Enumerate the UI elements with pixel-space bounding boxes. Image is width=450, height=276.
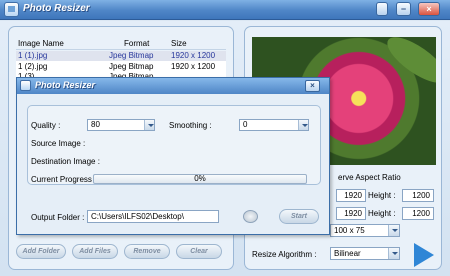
file-size: 1920 x 1200 — [171, 51, 216, 60]
remove-button[interactable]: Remove — [124, 244, 170, 259]
file-format: Jpeg Bitmap — [109, 51, 154, 60]
column-header-size[interactable]: Size — [171, 39, 187, 48]
start-button[interactable]: Start — [279, 209, 319, 224]
resize-algorithm-select[interactable]: Bilinear — [330, 247, 400, 260]
file-name: 1 (1).jpg — [18, 51, 48, 60]
go-arrow-icon[interactable] — [414, 243, 434, 267]
column-header-format[interactable]: Format — [124, 39, 149, 48]
current-progress-label: Current Progress — [31, 175, 92, 184]
height-label: Height : — [368, 191, 396, 200]
height-field-2[interactable]: 1200 — [402, 207, 434, 220]
size-preset-select[interactable]: 100 x 75 — [330, 224, 400, 237]
smoothing-label: Smoothing : — [169, 121, 212, 130]
dialog-title: Photo Resizer — [35, 80, 96, 90]
quality-label: Quality : — [31, 121, 61, 130]
progress-dialog: Photo Resizer × Quality : 80 Smoothing :… — [16, 77, 330, 235]
main-titlebar: Photo Resizer − × — [0, 0, 450, 20]
dropdown-arrow-icon[interactable] — [144, 120, 154, 130]
quality-value: 80 — [91, 120, 100, 129]
file-format: Jpeg Bitmap — [109, 62, 154, 71]
window-title: Photo Resizer — [23, 3, 90, 14]
file-size: 1920 x 1200 — [171, 62, 216, 71]
output-folder-field[interactable]: C:\Users\ILFS02\Desktop\ — [87, 210, 219, 223]
app-icon — [4, 2, 19, 17]
dialog-titlebar: Photo Resizer × — [17, 78, 329, 94]
output-folder-label: Output Folder : — [31, 213, 85, 222]
close-button[interactable]: × — [418, 2, 440, 16]
resize-algorithm-value: Bilinear — [334, 249, 361, 258]
dropdown-arrow-icon[interactable] — [298, 120, 308, 130]
resize-algorithm-label: Resize Algorithm : — [252, 250, 317, 259]
preserve-aspect-label[interactable]: erve Aspect Ratio — [338, 173, 401, 182]
list-item[interactable]: 1 (2).jpg Jpeg Bitmap 1920 x 1200 — [16, 62, 226, 72]
clear-button[interactable]: Clear — [176, 244, 222, 259]
list-item[interactable]: 1 (1).jpg Jpeg Bitmap 1920 x 1200 — [16, 51, 226, 61]
dropdown-arrow-icon[interactable] — [388, 225, 399, 236]
column-header-name[interactable]: Image Name — [18, 39, 64, 48]
dialog-app-icon — [20, 80, 31, 91]
smoothing-select[interactable]: 0 — [239, 119, 309, 131]
minimize-button[interactable]: − — [396, 2, 411, 16]
preview-leaf — [380, 37, 436, 91]
browse-icon[interactable] — [243, 210, 258, 223]
dropdown-arrow-icon[interactable] — [388, 248, 399, 259]
pin-icon[interactable] — [376, 2, 388, 16]
smoothing-value: 0 — [243, 120, 248, 129]
file-name: 1 (2).jpg — [18, 62, 48, 71]
dialog-close-button[interactable]: × — [305, 80, 320, 92]
add-files-button[interactable]: Add Files — [72, 244, 118, 259]
height-label-2: Height : — [368, 209, 396, 218]
height-field[interactable]: 1200 — [402, 189, 434, 202]
destination-image-label: Destination Image : — [31, 157, 100, 166]
add-folder-button[interactable]: Add Folder — [16, 244, 66, 259]
progress-bar: 0% — [93, 174, 307, 184]
file-list-header: Image Name Format Size — [16, 38, 226, 50]
source-image-label: Source Image : — [31, 139, 86, 148]
quality-select[interactable]: 80 — [87, 119, 155, 131]
width-field-2[interactable]: 1920 — [336, 207, 366, 220]
size-preset-value: 100 x 75 — [334, 226, 365, 235]
progress-text: 0% — [194, 174, 206, 183]
width-field[interactable]: 1920 — [336, 189, 366, 202]
